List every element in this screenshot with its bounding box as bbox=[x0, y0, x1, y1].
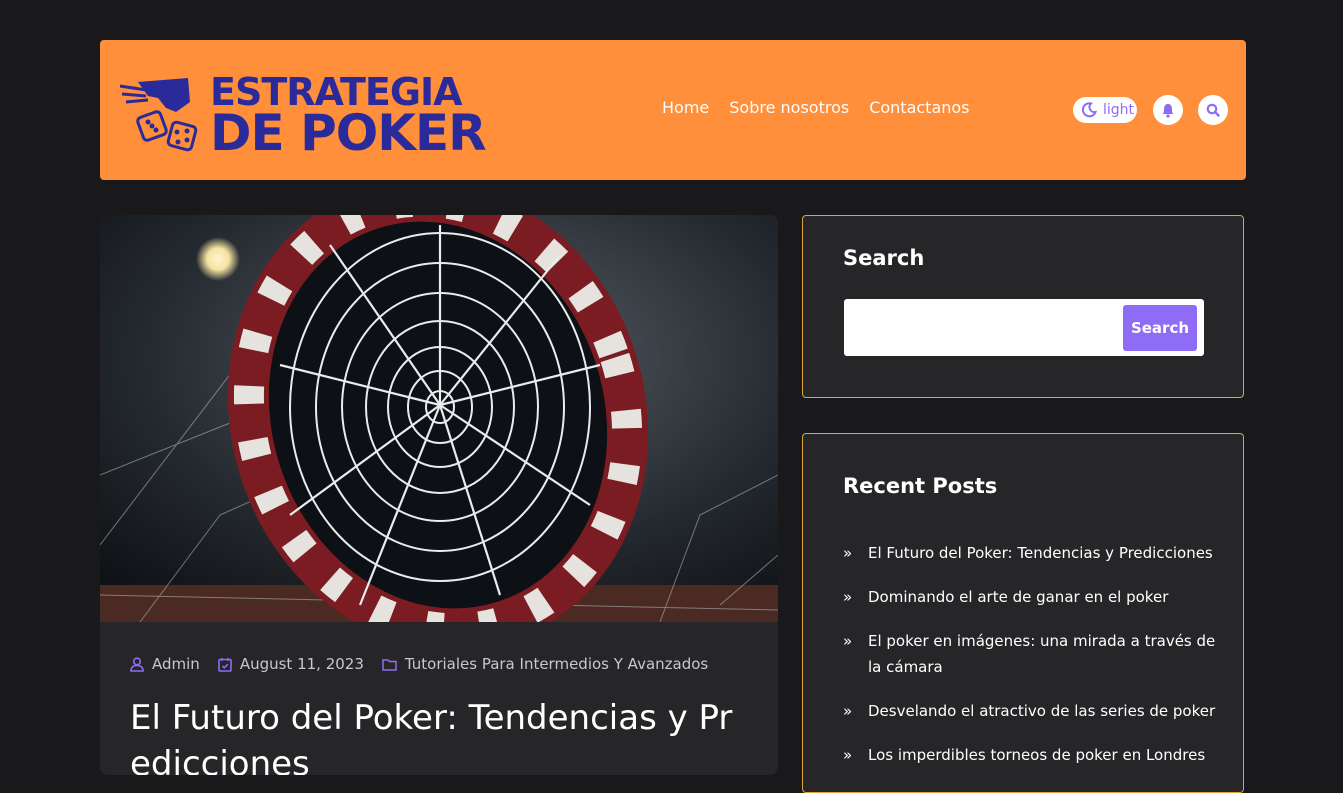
theme-toggle[interactable]: light bbox=[1073, 97, 1137, 123]
post-author[interactable]: Admin bbox=[130, 655, 200, 673]
nav-sobre-nosotros[interactable]: Sobre nosotros bbox=[729, 98, 849, 117]
search-form: Search bbox=[844, 299, 1204, 356]
post-featured-image[interactable] bbox=[100, 215, 778, 622]
list-item: » Desvelando el atractivo de las series … bbox=[843, 698, 1223, 724]
calendar-icon bbox=[218, 657, 232, 672]
header-search-button[interactable] bbox=[1198, 95, 1228, 125]
double-chevron-right-icon: » bbox=[843, 746, 853, 764]
post-category[interactable]: Tutoriales Para Intermedios Y Avanzados bbox=[382, 655, 708, 673]
main-nav: Home Sobre nosotros Contactanos bbox=[662, 98, 970, 117]
post-meta: Admin August 11, 2023 Tutoriales Para In… bbox=[130, 655, 708, 673]
user-icon bbox=[130, 656, 144, 672]
post-date[interactable]: August 11, 2023 bbox=[218, 655, 364, 673]
search-icon bbox=[1206, 103, 1220, 117]
recent-posts-title: Recent Posts bbox=[843, 474, 998, 498]
recent-post-link[interactable]: Dominando el arte de ganar en el poker bbox=[868, 584, 1168, 610]
list-item: » Dominando el arte de ganar en el poker bbox=[843, 584, 1223, 610]
double-chevron-right-icon: » bbox=[843, 702, 853, 720]
post-author-name: Admin bbox=[152, 655, 200, 673]
logo-line-2: DE POKER bbox=[210, 104, 487, 162]
search-input[interactable] bbox=[848, 305, 1122, 352]
search-submit-button[interactable]: Search bbox=[1123, 305, 1197, 351]
post-title[interactable]: El Futuro del Poker: Tendencias y Predic… bbox=[130, 695, 750, 775]
double-chevron-right-icon: » bbox=[843, 588, 853, 606]
list-item: » El poker en imágenes: una mirada a tra… bbox=[843, 628, 1223, 680]
site-logo[interactable]: ESTRATEGIA DE POKER bbox=[118, 72, 528, 162]
nav-home[interactable]: Home bbox=[662, 98, 709, 117]
folder-icon bbox=[382, 658, 397, 671]
double-chevron-right-icon: » bbox=[843, 544, 853, 562]
recent-posts-list: » El Futuro del Poker: Tendencias y Pred… bbox=[843, 540, 1223, 786]
dice-hand-icon bbox=[119, 78, 198, 152]
bell-icon bbox=[1162, 103, 1174, 118]
double-chevron-right-icon: » bbox=[843, 632, 853, 650]
theme-label: light bbox=[1103, 102, 1135, 118]
recent-posts-widget: Recent Posts » El Futuro del Poker: Tend… bbox=[802, 433, 1244, 793]
moon-icon bbox=[1081, 102, 1097, 118]
featured-post: Admin August 11, 2023 Tutoriales Para In… bbox=[100, 215, 778, 775]
recent-post-link[interactable]: Los imperdibles torneos de poker en Lond… bbox=[868, 742, 1205, 768]
site-header: ESTRATEGIA DE POKER Home Sobre nosotros … bbox=[100, 40, 1246, 180]
recent-post-link[interactable]: El Futuro del Poker: Tendencias y Predic… bbox=[868, 540, 1213, 566]
post-category-text: Tutoriales Para Intermedios Y Avanzados bbox=[404, 655, 709, 673]
post-date-text: August 11, 2023 bbox=[239, 655, 364, 673]
nav-contactanos[interactable]: Contactanos bbox=[869, 98, 969, 117]
list-item: » Los imperdibles torneos de poker en Lo… bbox=[843, 742, 1223, 768]
recent-post-link[interactable]: El poker en imágenes: una mirada a travé… bbox=[868, 628, 1223, 680]
notification-button[interactable] bbox=[1153, 95, 1183, 125]
search-widget-title: Search bbox=[843, 246, 925, 270]
search-widget: Search Search bbox=[802, 215, 1244, 398]
list-item: » El Futuro del Poker: Tendencias y Pred… bbox=[843, 540, 1223, 566]
recent-post-link[interactable]: Desvelando el atractivo de las series de… bbox=[868, 698, 1215, 724]
